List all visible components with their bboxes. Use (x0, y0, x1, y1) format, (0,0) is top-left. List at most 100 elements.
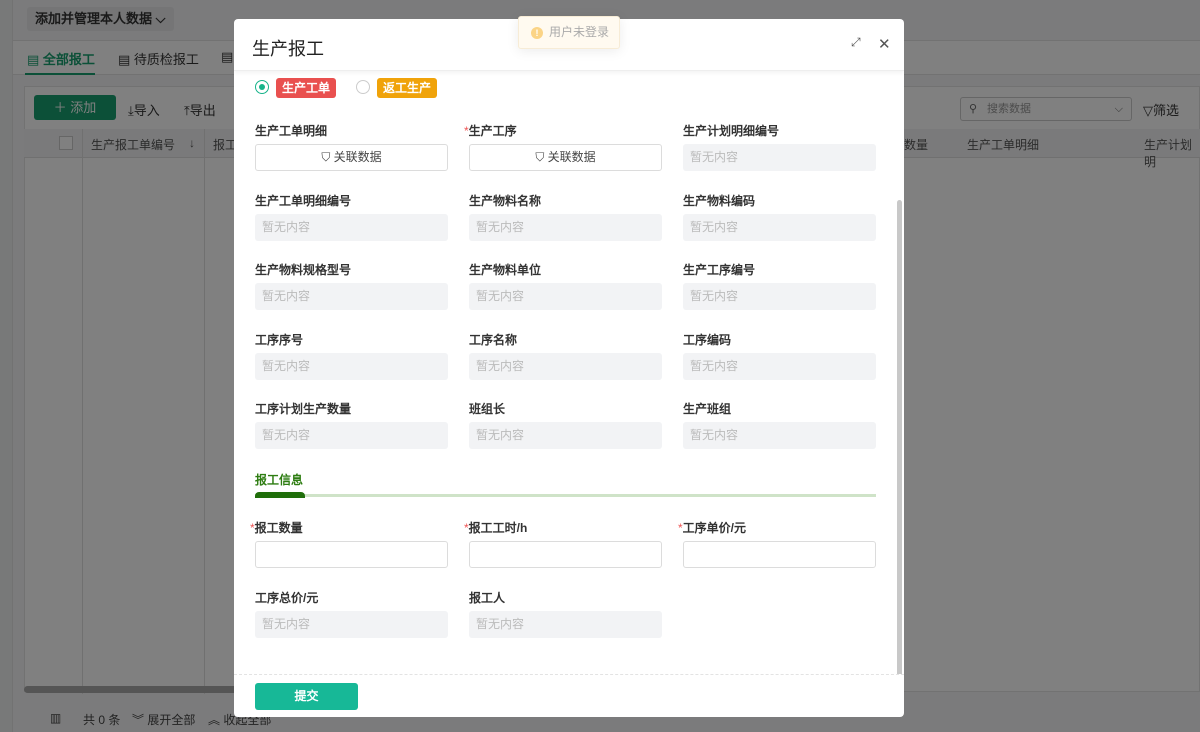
field-label-text: 生产工序编号 (683, 263, 756, 277)
expand-label: 展开全部 (147, 713, 196, 727)
column-header[interactable]: 生产工单明细 (967, 136, 1039, 153)
field-label-text: 生产物料名称 (469, 193, 542, 208)
column-header[interactable]: 生产计划明 (1144, 136, 1200, 170)
link-label: 关联数据 (333, 150, 382, 164)
readonly-value: 暂无内容 (683, 283, 876, 310)
form-field: *报工数量 (250, 519, 448, 568)
field-label: 工序总价/元 (255, 589, 448, 609)
field-label-text: 工序序号 (255, 332, 304, 347)
table-icon: ▤ (27, 52, 40, 67)
search-placeholder: 搜索数据 (987, 103, 1031, 115)
form-field: 生产工单明细 ⛉ 关联数据 (255, 122, 448, 171)
view-selector-label: 添加并管理本人数据 (35, 11, 153, 26)
link-data-button[interactable]: ⛉ 关联数据 (255, 144, 448, 171)
field-label: 生产工单明细 (255, 122, 448, 142)
tab-pending-qc[interactable]: ▤ 待质检报工 (118, 49, 199, 68)
filter-label: 筛选 (1153, 103, 1180, 118)
text-input[interactable] (683, 541, 876, 568)
field-label: 生产物料名称 (469, 192, 662, 212)
modal-body: 生产工单 返工生产 生产工单明细 ⛉ 关联数据 *生产工序 ⛉ 关联数据 生产计划明细编… (234, 72, 904, 674)
form-field: 工序序号 暂无内容 (255, 331, 448, 380)
tab-all-reports[interactable]: ▤ 全部报工 (27, 49, 95, 68)
readonly-value: 暂无内容 (469, 352, 662, 380)
link-icon: ⛉ (535, 150, 548, 164)
column-header[interactable]: 数量 (904, 136, 928, 153)
field-label-text: 生产工单明细 (255, 124, 328, 138)
grid-icon[interactable]: ▥ (50, 711, 61, 725)
column-divider (204, 129, 205, 694)
table-icon: ▤ (118, 52, 131, 67)
toast-message: ! 用户未登录 (518, 16, 620, 49)
readonly-value: 暂无内容 (469, 213, 662, 241)
section-title: 报工信息 (255, 473, 304, 487)
close-icon[interactable]: ✕ (878, 35, 891, 53)
link-label: 关联数据 (547, 150, 596, 164)
readonly-value: 暂无内容 (469, 283, 662, 310)
form-field: 生产物料规格型号 暂无内容 (255, 261, 448, 310)
modal-footer: 提交 (234, 674, 904, 717)
link-data-button[interactable]: ⛉ 关联数据 (469, 144, 662, 171)
field-label-text: 生产工单明细编号 (255, 193, 352, 208)
search-icon: ⚲ (969, 103, 978, 115)
field-label: 生产工单明细编号 (255, 192, 448, 212)
warning-icon: ! (531, 27, 543, 39)
field-label: *工序单价/元 (678, 519, 876, 539)
text-input[interactable] (469, 541, 662, 568)
sort-icon[interactable]: ↓ (189, 136, 195, 150)
import-button[interactable]: ⤓导入 (128, 100, 160, 119)
readonly-value: 暂无内容 (255, 213, 448, 241)
filter-button[interactable]: ▽筛选 (1143, 100, 1179, 119)
tab-label: 全部报工 (42, 52, 95, 67)
column-header[interactable]: 生产报工单编号 (91, 136, 175, 153)
modal-title: 生产报工 (252, 39, 324, 59)
column-divider (82, 129, 83, 694)
add-button[interactable]: ＋ 添加 (34, 95, 116, 120)
radio-rework[interactable] (356, 80, 370, 94)
tab-label: 待质检报工 (133, 52, 199, 67)
import-label: 导入 (133, 103, 160, 118)
vertical-scrollbar[interactable] (897, 200, 902, 674)
field-label: 工序序号 (255, 331, 448, 351)
tag-production-order[interactable]: 生产工单 (276, 78, 337, 98)
field-label-text: 报工数量 (254, 521, 303, 535)
field-label-text: 生产工序 (468, 124, 517, 138)
expand-all-button[interactable]: ︾ 展开全部 (132, 711, 195, 728)
readonly-value: 暂无内容 (255, 610, 448, 638)
radio-production-order[interactable] (255, 80, 269, 94)
export-button[interactable]: ⤒导出 (184, 100, 216, 119)
field-label: 生产物料单位 (469, 261, 662, 281)
readonly-value: 暂无内容 (255, 283, 448, 310)
total-count: 共 0 条 (83, 713, 121, 727)
field-label: 报工人 (469, 589, 662, 609)
expand-icon[interactable]: ⤢ (851, 35, 861, 50)
table-icon: ▤ (221, 49, 234, 64)
form-field: 生产物料名称暂无内容 (469, 192, 662, 241)
field-label: 工序编码 (683, 331, 876, 351)
submit-button[interactable]: 提交 (255, 683, 358, 710)
horizontal-scrollbar[interactable] (24, 686, 254, 693)
form-field: 工序编码 暂无内容 (683, 331, 876, 380)
readonly-value: 暂无内容 (683, 352, 876, 380)
tag-rework[interactable]: 返工生产 (377, 78, 438, 98)
field-label-text: 工序计划生产数量 (255, 402, 352, 416)
form-field: 生产物料单位 暂无内容 (469, 261, 662, 310)
field-label-text: 工序编码 (683, 332, 732, 347)
search-input[interactable]: ⚲ 搜索数据 ⌵ (960, 97, 1132, 121)
production-report-modal: 生产报工 ⤢ ✕ 生产工单 返工生产 生产工单明细 ⛉ 关联数据 *生产工序 ⛉ 关联… (234, 19, 904, 717)
field-label-text: 生产计划明细编号 (683, 124, 780, 138)
field-label: *报工数量 (250, 519, 448, 539)
form-field: 工序计划生产数量 暂无内容 (255, 400, 448, 449)
form-field: 生产工序编号暂无内容 (683, 261, 876, 310)
view-selector[interactable]: 添加并管理本人数据 ⌵ (27, 7, 174, 31)
form-field: 生产班组 暂无内容 (683, 400, 876, 449)
form-field: 生产计划明细编号 暂无内容 (683, 122, 876, 171)
select-all-checkbox[interactable] (59, 136, 73, 150)
readonly-value: 暂无内容 (469, 610, 662, 638)
field-label-text: 报工人 (469, 590, 506, 605)
chevron-down-icon: ⌵ (1114, 103, 1123, 115)
link-icon: ⛉ (321, 150, 334, 164)
text-input[interactable] (255, 541, 448, 568)
tab-more[interactable]: ▤ (221, 49, 233, 65)
form-field: 生产工单明细编号暂无内容 (255, 192, 448, 241)
readonly-value: 暂无内容 (469, 422, 662, 449)
